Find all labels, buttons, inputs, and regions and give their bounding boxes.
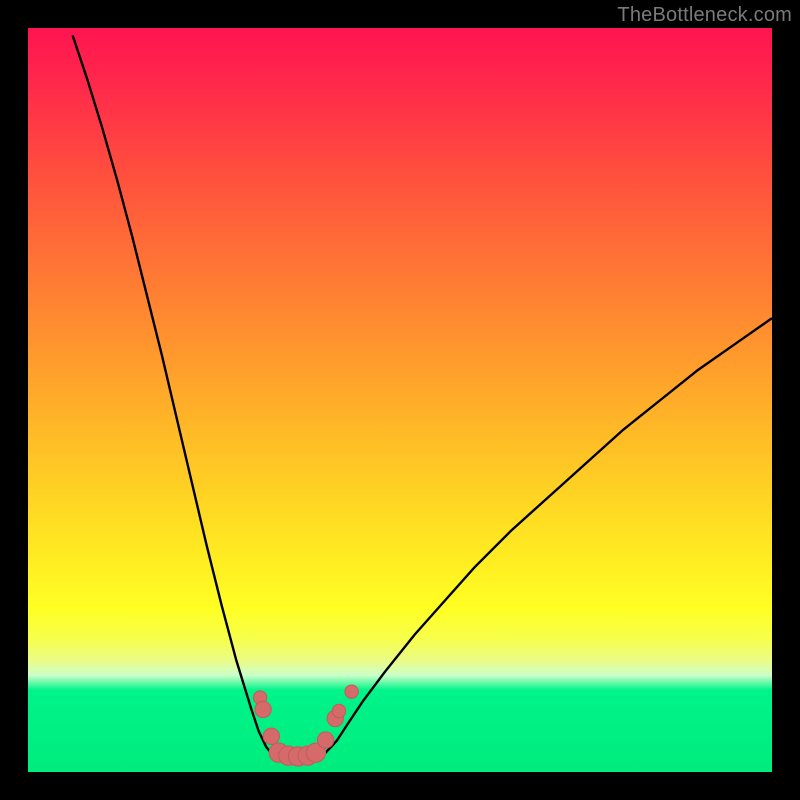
data-marker <box>345 685 358 698</box>
chart-frame: TheBottleneck.com <box>0 0 800 800</box>
watermark-label: TheBottleneck.com <box>617 4 792 27</box>
marker-group <box>253 685 358 766</box>
chart-svg <box>28 28 772 772</box>
curve-right-branch <box>318 318 772 757</box>
data-marker <box>317 732 333 748</box>
data-marker <box>255 701 271 717</box>
data-marker <box>332 704 345 717</box>
curve-left-branch <box>73 35 278 757</box>
plot-area <box>28 28 772 772</box>
data-marker <box>263 728 279 744</box>
